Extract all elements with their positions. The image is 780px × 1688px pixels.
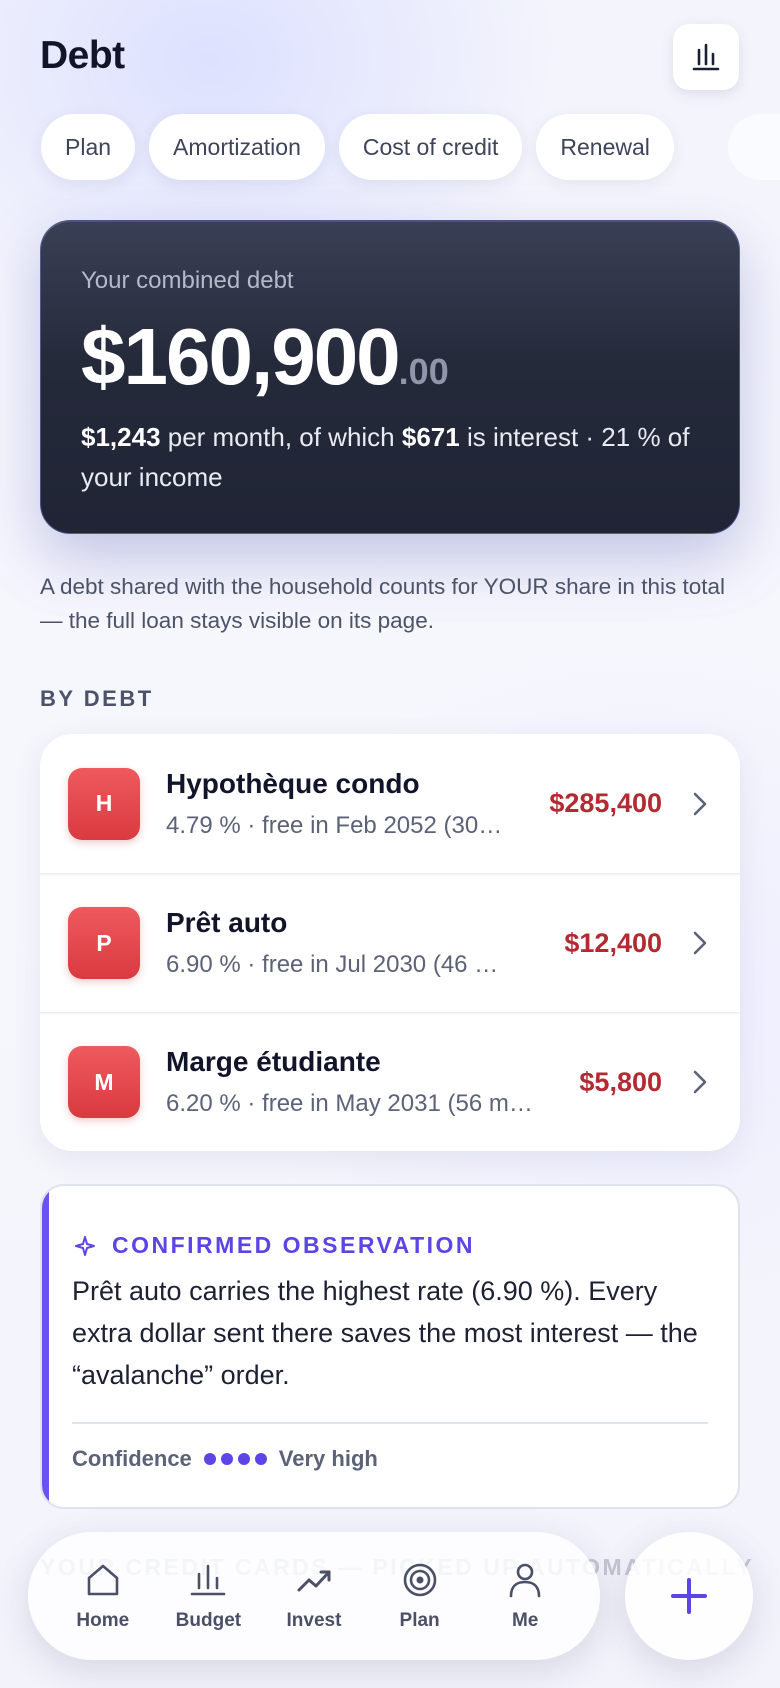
debt-row-pret-auto[interactable]: P Prêt auto 6.90 % · free in Jul 2030 (4… [40,873,740,1016]
nav-label: Home [76,1610,130,1631]
debt-row-marge-etudiante[interactable]: M Marge étudiante 6.20 % · free in May 2… [40,1012,740,1151]
debt-amount: $12,400 [564,927,662,958]
confidence-dot [220,1453,233,1465]
debt-amount: $285,400 [549,788,662,818]
debt-avatar: P [68,907,140,979]
debt-avatar: M [68,1046,140,1118]
confidence-row: Confidence Very high [72,1446,378,1472]
combined-debt-amount: $160,900.00 [81,317,699,397]
sparkle-icon [75,1235,95,1256]
debt-info: Hypothèque condo 4.79 % · free in Feb 20… [166,768,531,840]
observation-title: CONFIRMED OBSERVATION [112,1232,476,1258]
section-by-debt: BY DEBT [40,686,154,711]
monthly-text: per month, of which [160,422,402,452]
debt-list: H Hypothèque condo 4.79 % · free in Feb … [40,734,740,1151]
confidence-value: Very high [278,1446,378,1471]
nav-me[interactable]: Me [475,1560,575,1632]
debt-avatar: H [68,767,140,840]
confidence-dots [203,1453,267,1465]
chevron-right-icon [692,791,712,817]
page-title: Debt [40,34,125,77]
tab-bar: Plan Amortization Cost of credit Renewal [41,114,674,180]
debt-detail: 6.90 % · free in Jul 2030 (46 … [166,951,499,978]
debt-detail: 4.79 % · free in Feb 2052 (30… [166,811,503,839]
combined-debt-card: Your combined debt $160,900.00 $1,243 pe… [40,220,740,534]
confidence-dot [237,1453,250,1465]
debt-amount: $5,800 [579,1066,662,1097]
nav-label: Invest [286,1610,342,1631]
observation-header: CONFIRMED OBSERVATION [74,1232,475,1259]
confidence-label: Confidence [72,1446,192,1471]
observation-accent-bar [42,1186,49,1507]
nav-budget[interactable]: Budget [158,1560,258,1632]
bar-chart-icon [692,43,720,71]
person-icon [509,1563,541,1598]
chart-button[interactable] [673,24,739,90]
nav-label: Budget [175,1610,242,1631]
debt-info: Marge étudiante 6.20 % · free in May 203… [166,1046,561,1118]
add-button[interactable] [625,1532,753,1660]
combined-debt-label: Your combined debt [81,267,294,294]
nav-plan[interactable]: Plan [370,1560,470,1632]
monthly-interest: $671 [401,422,460,452]
bottom-nav: Home Budget Invest Plan Me [28,1532,600,1660]
monthly-payment: $1,243 [81,422,161,452]
debt-detail: 6.20 % · free in May 2031 (56 m… [166,1090,533,1117]
tab-cost-of-credit[interactable]: Cost of credit [338,114,523,180]
observation-text: Prêt auto carries the highest rate (6.90… [72,1276,698,1390]
debt-info: Prêt auto 6.90 % · free in Jul 2030 (46 … [166,907,546,979]
debt-name: Prêt auto [166,907,288,938]
target-icon [403,1563,436,1597]
trend-icon [297,1570,331,1592]
tab-amortization[interactable]: Amortization [149,114,325,180]
tab-renewal[interactable]: Renewal [536,114,674,180]
confidence-dot [203,1453,216,1465]
nav-label: Me [511,1610,539,1631]
nav-label: Plan [399,1610,440,1631]
nav-home[interactable]: Home [53,1560,153,1632]
chevron-right-icon [692,1069,712,1095]
amount-dollars: $160,900 [81,312,401,401]
shared-debt-note: A debt shared with the household counts … [40,574,725,633]
nav-invest[interactable]: Invest [264,1560,364,1632]
bar-chart-icon [191,1564,226,1596]
chevron-right-icon [692,930,712,956]
confidence-dot [254,1453,267,1465]
home-icon [87,1564,119,1596]
plus-icon [671,1578,707,1614]
observation-card: CONFIRMED OBSERVATION Prêt auto carries … [40,1184,740,1509]
debt-row-hypotheque[interactable]: H Hypothèque condo 4.79 % · free in Feb … [40,734,740,877]
amount-cents: .00 [398,351,449,392]
debt-name: Hypothèque condo [166,767,420,799]
debt-name: Marge étudiante [166,1046,381,1077]
tab-plan[interactable]: Plan [41,114,136,180]
tab-overflow-edge [728,114,780,180]
divider [72,1422,708,1424]
monthly-summary: $1,243 per month, of which $671 is inter… [81,417,699,497]
